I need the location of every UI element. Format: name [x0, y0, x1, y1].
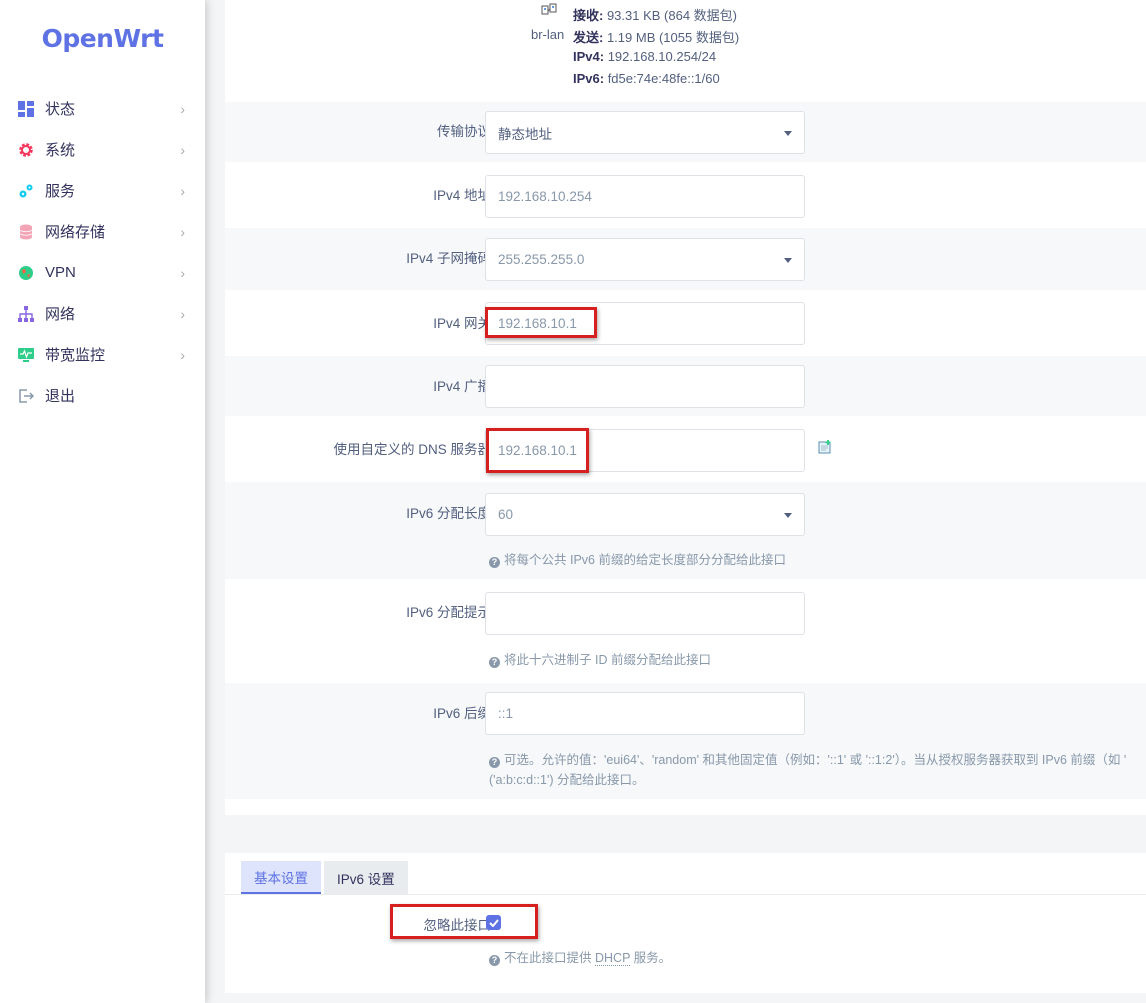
ignore-interface-label: 忽略此接口 [423, 918, 492, 933]
gateway-label: IPv4 网关 [433, 316, 491, 331]
monitor-icon [17, 346, 35, 364]
ipv6-assign-select[interactable]: 60 [485, 493, 805, 536]
sidebar-item-label: 带宽监控 [45, 347, 106, 364]
ipv6-suffix-label: IPv6 后缀 [433, 706, 491, 721]
form-row-netmask: IPv4 子网掩码 255.255.255.0 [225, 228, 1146, 290]
database-icon [17, 223, 35, 241]
sidebar-nav: 状态 › 系统 › 服务 › 网络存储 › VPN › 网络 › 带宽监控 › … [0, 88, 205, 416]
ignore-interface-checkbox[interactable] [486, 915, 501, 930]
chevron-right-icon: › [180, 101, 185, 117]
add-entry-icon[interactable] [818, 440, 832, 457]
help-icon: ? [489, 757, 500, 768]
protocol-label: 传输协议 [437, 124, 491, 139]
chevron-right-icon: › [180, 306, 185, 322]
sidebar-item-status[interactable]: 状态 › [0, 88, 205, 129]
dhcp-abbr: DHCP [594, 951, 631, 966]
tab-divider [225, 894, 1146, 895]
globe-icon [17, 264, 35, 282]
sidebar: OpenWrt 状态 › 系统 › 服务 › 网络存储 › VPN › 网络 ›… [0, 0, 205, 1003]
ipv6-assign-hint: ? 将每个公共 IPv6 前缀的给定长度部分分配给此接口 [489, 549, 786, 568]
logout-icon [17, 387, 35, 405]
tab-basic-settings[interactable]: 基本设置 [241, 861, 321, 894]
ipv6-suffix-hint: ? 可选。允许的值：'eui64'、'random' 和其他固定值（例如：'::1… [489, 749, 1126, 768]
sidebar-item-label: 退出 [45, 388, 76, 405]
form-row-ipv6-suffix: IPv6 后缀 ::1 ? 可选。允许的值：'eui64'、'random' 和其… [225, 683, 1146, 799]
sidebar-item-logout[interactable]: 退出 [0, 375, 205, 416]
help-icon: ? [489, 657, 500, 668]
ipv4-address-input[interactable]: 192.168.10.254 [485, 175, 805, 218]
ipv6-stat: IPv6: fd5e:74e:48fe::1/60 [573, 71, 720, 86]
dns-label: 使用自定义的 DNS 服务器 [333, 442, 491, 457]
ipv6-hint-hint: ? 将此十六进制子 ID 前缀分配给此接口 [489, 649, 711, 668]
dashboard-icon [17, 100, 35, 118]
bridge-icon [541, 3, 558, 20]
interface-settings-card: br-lan 接收: 93.31 KB (864 数据包) 发送: 1.19 M… [225, 0, 1146, 815]
tx-stat: 发送: 1.19 MB (1055 数据包) [573, 30, 740, 45]
form-row-ipv6-hint: IPv6 分配提示 ? 将此十六进制子 ID 前缀分配给此接口 [225, 579, 1146, 683]
brand-logo[interactable]: OpenWrt [0, 24, 205, 53]
sidebar-item-vpn[interactable]: VPN › [0, 252, 205, 293]
sidebar-item-label: 系统 [45, 142, 76, 159]
form-row-ipv4-address: IPv4 地址 192.168.10.254 [225, 162, 1146, 228]
help-icon: ? [489, 955, 500, 966]
form-row-ipv6-assign: IPv6 分配长度 60 ? 将每个公共 IPv6 前缀的给定长度部分分配给此接口 [225, 482, 1146, 579]
network-icon [17, 305, 35, 323]
caret-down-icon [784, 513, 792, 518]
interface-status: br-lan 接收: 93.31 KB (864 数据包) 发送: 1.19 M… [525, 0, 885, 102]
ipv6-suffix-input[interactable]: ::1 [485, 692, 805, 735]
checkmark-icon [488, 918, 499, 927]
chevron-right-icon: › [180, 224, 185, 240]
netmask-label: IPv4 子网掩码 [406, 251, 491, 266]
ipv6-suffix-hint-line2: ('a:b:c:d::1') 分配给此接口。 [489, 773, 645, 787]
form-row-dns: 使用自定义的 DNS 服务器 192.168.10.1 [225, 416, 1146, 482]
gateway-input[interactable]: 192.168.10.1 [485, 302, 805, 345]
chevron-right-icon: › [180, 183, 185, 199]
sidebar-item-label: VPN [45, 264, 76, 281]
rx-stat: 接收: 93.31 KB (864 数据包) [573, 8, 738, 23]
dhcp-settings-card: 基本设置 IPv6 设置 忽略此接口 ? 不在此接口提供 DHCP 服务。 [225, 853, 1146, 993]
interface-name: br-lan [531, 27, 565, 42]
sidebar-item-network[interactable]: 网络 › [0, 293, 205, 334]
dns-input[interactable]: 192.168.10.1 [485, 429, 805, 472]
sidebar-item-label: 网络存储 [45, 224, 106, 241]
tab-ipv6-settings[interactable]: IPv6 设置 [324, 861, 408, 894]
ignore-interface-hint: ? 不在此接口提供 DHCP 服务。 [489, 947, 671, 966]
dhcp-tabs: 基本设置 IPv6 设置 [241, 861, 411, 894]
main-content: br-lan 接收: 93.31 KB (864 数据包) 发送: 1.19 M… [205, 0, 1146, 1003]
ipv6-hint-input[interactable] [485, 592, 805, 635]
form-row-gateway: IPv4 网关 192.168.10.1 [225, 290, 1146, 356]
sidebar-item-nas[interactable]: 网络存储 › [0, 211, 205, 252]
caret-down-icon [784, 258, 792, 263]
broadcast-input[interactable] [485, 365, 805, 408]
netmask-select[interactable]: 255.255.255.0 [485, 238, 805, 281]
ipv6-hint-label: IPv6 分配提示 [406, 605, 491, 620]
ipv4-stat: IPv4: 192.168.10.254/24 [573, 49, 717, 64]
gear-icon [17, 141, 35, 159]
sidebar-item-bandwidth[interactable]: 带宽监控 › [0, 334, 205, 375]
protocol-select[interactable]: 静态地址 [485, 111, 805, 154]
caret-down-icon [784, 131, 792, 136]
form-row-protocol: 传输协议 静态地址 [225, 102, 1146, 162]
help-icon: ? [489, 557, 500, 568]
sidebar-item-label: 状态 [45, 101, 76, 118]
chevron-right-icon: › [180, 347, 185, 363]
chevron-right-icon: › [180, 265, 185, 281]
ipv6-assign-label: IPv6 分配长度 [406, 506, 491, 521]
chevron-right-icon: › [180, 142, 185, 158]
sidebar-item-services[interactable]: 服务 › [0, 170, 205, 211]
form-row-broadcast: IPv4 广播 [225, 356, 1146, 416]
sidebar-item-label: 服务 [45, 183, 76, 200]
broadcast-label: IPv4 广播 [433, 379, 491, 394]
sidebar-item-system[interactable]: 系统 › [0, 129, 205, 170]
sidebar-item-label: 网络 [45, 306, 76, 323]
ipv4-address-label: IPv4 地址 [433, 188, 491, 203]
services-icon [17, 182, 35, 200]
